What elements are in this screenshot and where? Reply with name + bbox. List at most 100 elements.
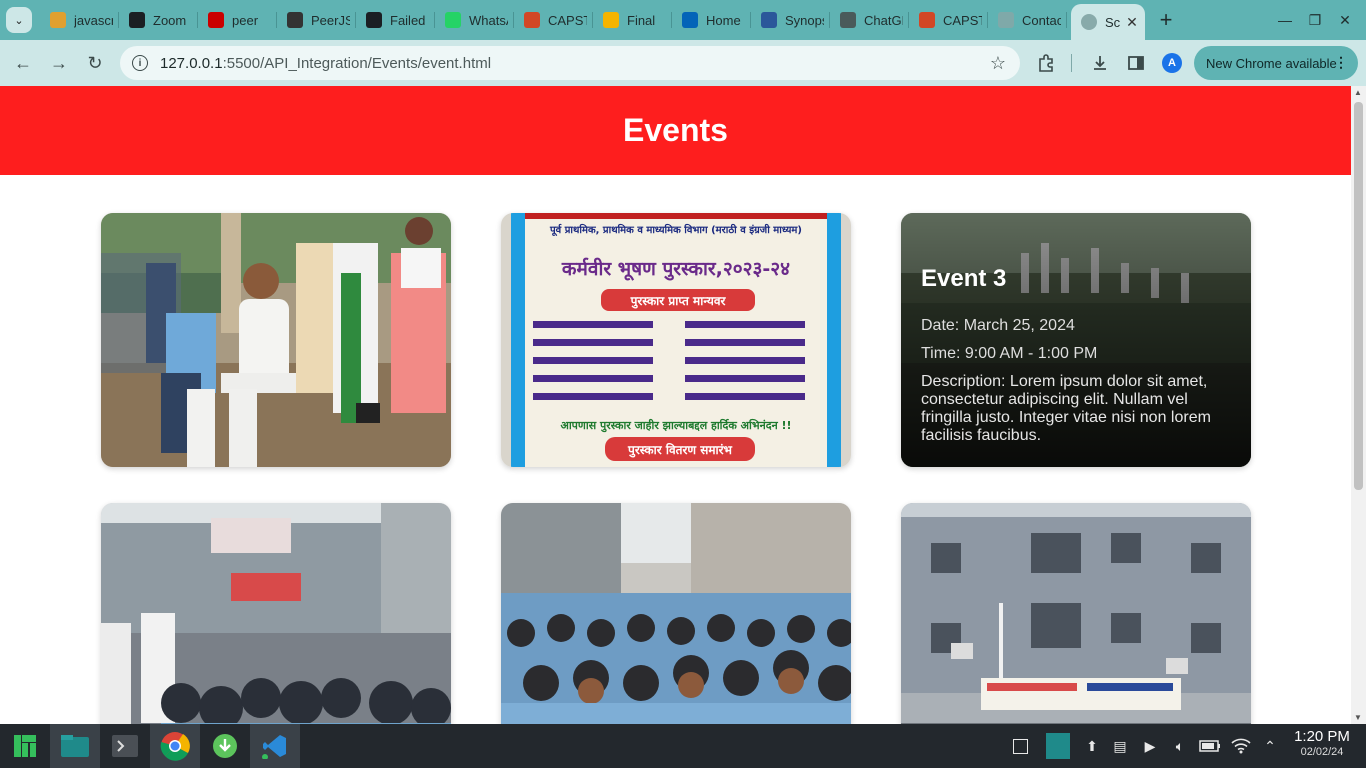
peerjs-icon [287, 12, 303, 28]
terminal-icon[interactable] [100, 724, 150, 768]
workspace-icon[interactable] [1044, 724, 1072, 768]
tab-0[interactable]: javascript [40, 0, 119, 40]
tab-10[interactable]: ChatGPT [830, 0, 909, 40]
loading-icon [998, 12, 1014, 28]
close-tab-icon[interactable]: ✕ [1126, 14, 1138, 31]
restore-icon[interactable]: ❐ [1298, 0, 1332, 40]
tab-active[interactable]: Sc ✕ [1071, 4, 1145, 40]
vscode-icon[interactable] [250, 724, 300, 768]
tab-title: Zoom [153, 12, 187, 28]
address-bar[interactable]: i 127.0.0.1:5500/API_Integration/Events/… [120, 46, 1020, 80]
file-manager-icon[interactable] [50, 724, 100, 768]
profile-button[interactable]: A [1156, 46, 1188, 80]
tab-title: javascript [74, 12, 113, 28]
tab-title: PeerJS [311, 12, 350, 28]
os-taskbar: ⬆ ▤ ▶ 🔈︎ ⌃ 1:20 PM 02/02/24 [0, 724, 1366, 768]
powerpoint-icon [524, 12, 540, 28]
tab-title: Failed [390, 12, 426, 28]
tab-title: ChatGPT [864, 12, 903, 28]
tab-title: Synopsis [785, 12, 824, 28]
drive-icon [603, 12, 619, 28]
browser-toolbar: ← → ↻ i 127.0.0.1:5500/API_Integration/E… [0, 40, 1366, 86]
kebab-menu-icon[interactable]: ⋮ [1334, 54, 1348, 71]
event-card-2[interactable]: पूर्व प्राथमिक, प्राथमिक व माध्यमिक विभा… [501, 213, 851, 467]
tab-title: WhatsApp [469, 12, 508, 28]
event-photo-4 [101, 503, 451, 724]
avatar: A [1162, 53, 1182, 73]
page-title: Events [623, 112, 728, 148]
tab-title: Sc [1105, 14, 1121, 30]
chevron-up-icon[interactable]: ⌃ [1260, 724, 1280, 768]
tab-7[interactable]: Final [593, 0, 672, 40]
close-window-icon[interactable]: ✕ [1328, 0, 1362, 40]
event-description: Description: Lorem ipsum dolor sit amet,… [921, 373, 1211, 444]
update-tray-icon[interactable]: ⬆ [1082, 724, 1102, 768]
event-photo-1 [101, 213, 451, 467]
event-date: Date: March 25, 2024 [921, 317, 1075, 334]
update-manager-icon[interactable] [200, 724, 250, 768]
new-tab-button[interactable]: + [1149, 0, 1183, 40]
tab-2[interactable]: peer [198, 0, 277, 40]
whatsapp-icon [445, 12, 461, 28]
banner-heading: कर्मवीर भूषण पुरस्कार,२०२३-२४ [561, 257, 790, 281]
event-card-3[interactable]: Event 3 Date: March 25, 2024 Time: 9:00 … [901, 213, 1251, 467]
event-card-1[interactable] [101, 213, 451, 467]
word-icon [761, 12, 777, 28]
update-label: New Chrome available [1206, 55, 1337, 71]
tab-4[interactable]: Failed [356, 0, 435, 40]
tab-3[interactable]: PeerJS [277, 0, 356, 40]
tab-9[interactable]: Synopsis [751, 0, 830, 40]
wifi-icon[interactable] [1230, 724, 1252, 768]
tab-title: Contact [1022, 12, 1061, 28]
tab-8[interactable]: Home [672, 0, 751, 40]
minimize-icon[interactable]: — [1268, 0, 1302, 40]
scroll-up-icon[interactable]: ▲ [1354, 88, 1362, 97]
show-desktop-icon[interactable] [1010, 724, 1030, 768]
event-card-5[interactable] [501, 503, 851, 724]
chevron-down-icon: ⌄ [14, 14, 24, 27]
forward-icon[interactable]: → [42, 46, 76, 80]
media-play-icon[interactable]: ▶ [1140, 724, 1160, 768]
back-icon[interactable]: ← [6, 46, 40, 80]
battery-icon[interactable] [1198, 724, 1222, 768]
tab-title: Final [627, 12, 656, 28]
tab-11[interactable]: CAPSTONE [909, 0, 988, 40]
onedrive-icon [682, 12, 698, 28]
download-icon[interactable] [1084, 46, 1116, 80]
update-chrome-button[interactable]: New Chrome available ⋮ [1194, 46, 1358, 80]
chrome-icon[interactable] [150, 724, 200, 768]
powerpoint-icon [919, 12, 935, 28]
tab-6[interactable]: CAPSTONE [514, 0, 593, 40]
extensions-icon[interactable] [1030, 46, 1062, 80]
tab-5[interactable]: WhatsApp [435, 0, 514, 40]
volume-icon[interactable]: 🔈︎ [1170, 724, 1190, 768]
event-info-overlay: Event 3 Date: March 25, 2024 Time: 9:00 … [901, 213, 1251, 467]
event-card-4[interactable] [101, 503, 451, 724]
bookmark-star-icon[interactable]: ☆ [990, 53, 1006, 74]
npm-icon [208, 12, 224, 28]
tab-title: Home [706, 12, 741, 28]
tab-1[interactable]: Zoom [119, 0, 198, 40]
site-info-icon[interactable]: i [132, 55, 148, 71]
clock-time: 1:20 PM [1294, 728, 1350, 745]
tab-search-button[interactable]: ⌄ [6, 7, 32, 33]
reload-icon[interactable]: ↻ [78, 46, 112, 80]
side-panel-icon[interactable] [1120, 46, 1152, 80]
event-card-6[interactable] [901, 503, 1251, 724]
url-text[interactable]: 127.0.0.1:5500/API_Integration/Events/ev… [160, 55, 491, 72]
scroll-down-icon[interactable]: ▼ [1354, 713, 1362, 722]
tab-list: javascript Zoom peer PeerJS Failed WhatsApp CA… [40, 0, 1067, 40]
system-clock[interactable]: 1:20 PM 02/02/24 [1290, 728, 1354, 758]
chatgpt-icon [840, 12, 856, 28]
scroll-thumb[interactable] [1354, 102, 1363, 490]
tab-title: peer [232, 12, 259, 28]
page-header: Events [0, 86, 1351, 175]
tab-strip: ⌄ javascript Zoom peer PeerJS Failed WhatsApp… [0, 0, 1366, 40]
javascript-tab-icon [50, 12, 66, 28]
clipboard-icon[interactable]: ▤ [1110, 724, 1130, 768]
banner-congrats: आपणास पुरस्कार जाहीर झाल्याबद्दल हार्दिक… [560, 418, 791, 433]
tab-12[interactable]: Contact [988, 0, 1067, 40]
page-scrollbar[interactable]: ▲ ▼ [1351, 86, 1366, 724]
url-host: 127.0.0.1 [160, 54, 223, 72]
app-launcher-icon[interactable] [0, 724, 50, 768]
